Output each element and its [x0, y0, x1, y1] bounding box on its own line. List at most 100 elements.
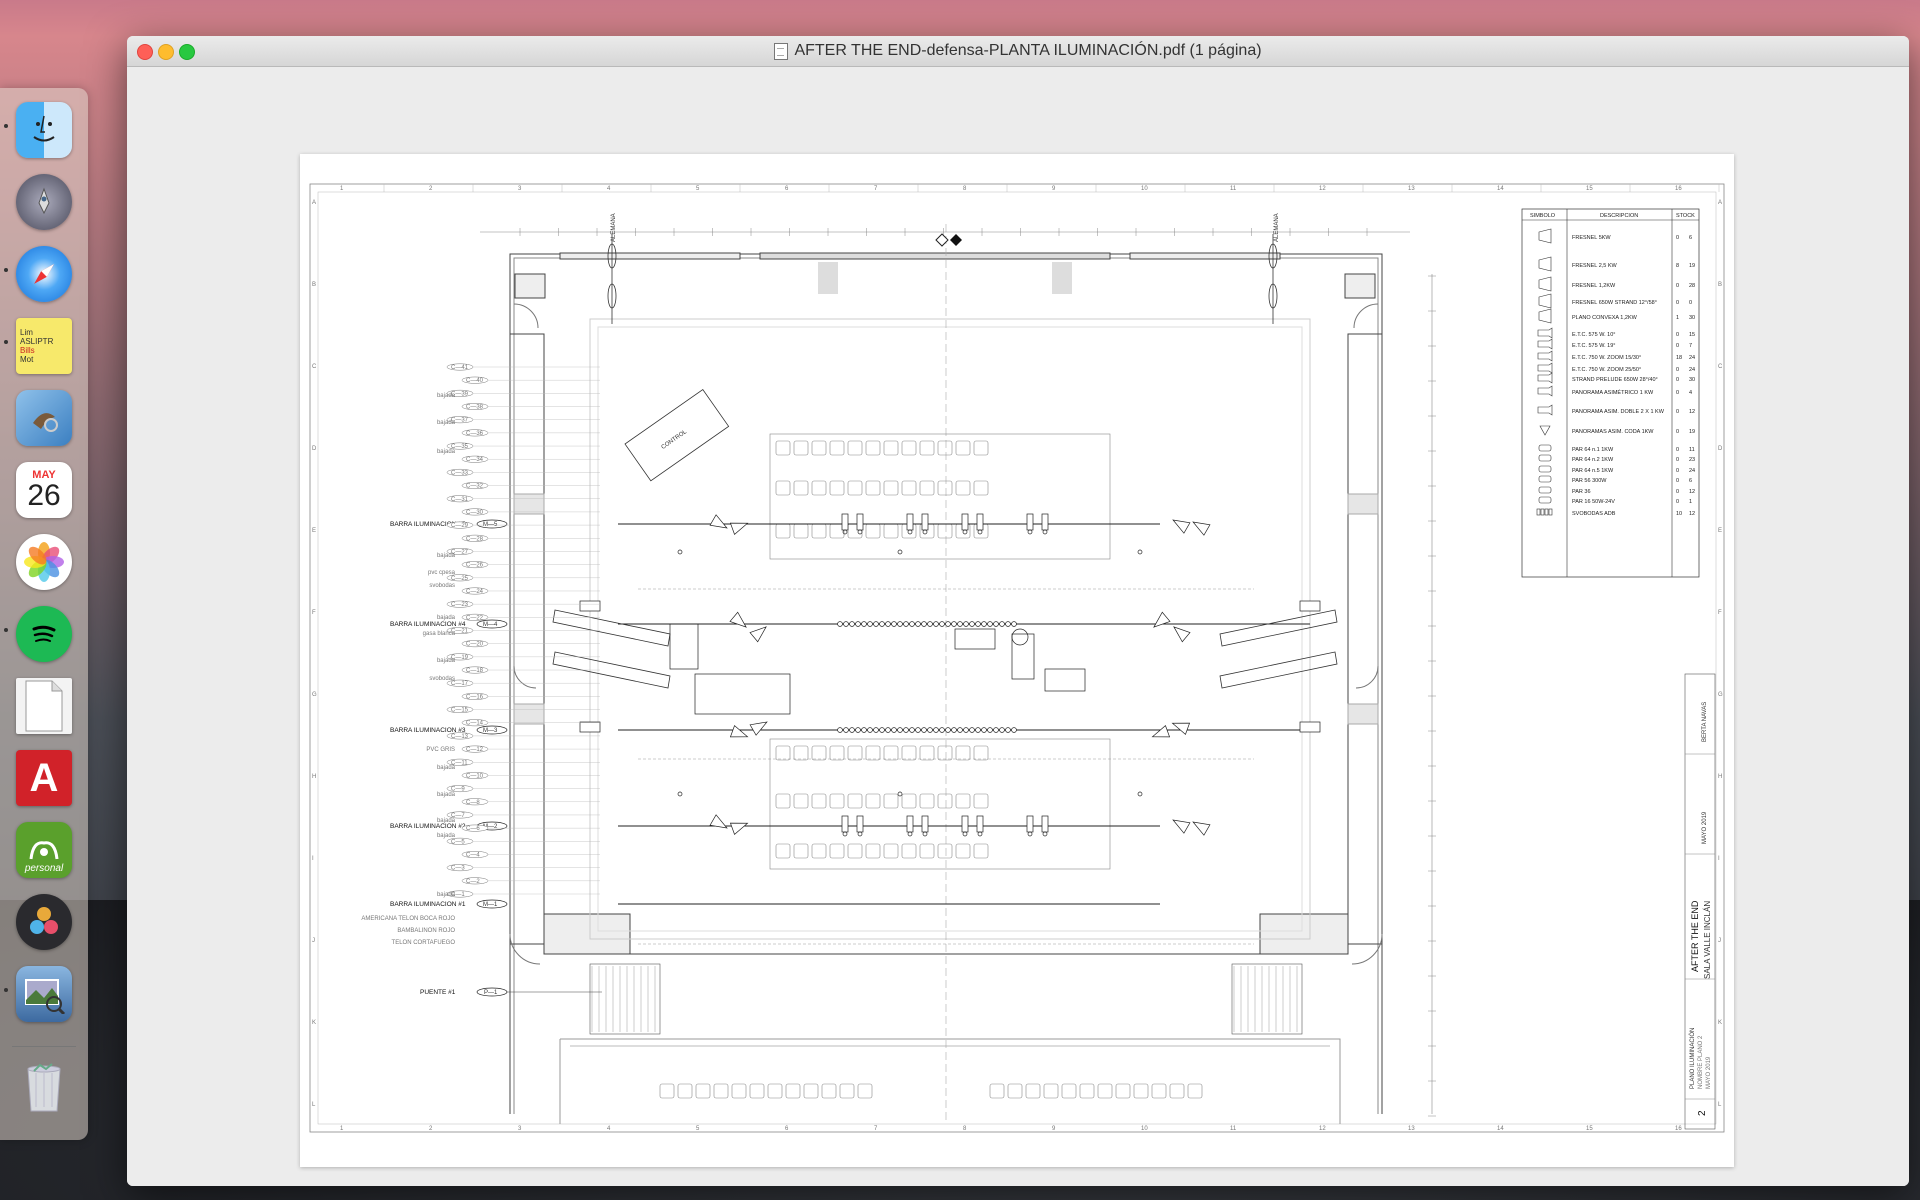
grid-col-label-top: 8 — [963, 186, 967, 192]
bar-label: BARRA ILUMINACION #4 — [390, 621, 466, 628]
libreoffice-document-icon[interactable] — [16, 678, 72, 734]
pdf-page[interactable]: 1 1 2 2 3 3 4 4 5 5 6 6 7 7 8 8 9 9 10 10 11 11 12 12 13 13 14 14 15… — [300, 154, 1734, 1167]
legend-row-description: PAR 56 300W — [1572, 478, 1607, 484]
side-note: bajada — [437, 765, 456, 771]
side-note: bajada — [437, 833, 456, 839]
grid-row-label-right: F — [1718, 610, 1722, 616]
legend-symbol-icon — [1537, 350, 1553, 362]
titleblock-venue: SALA VALLE INCLÁN — [1703, 901, 1712, 979]
circuit-code: C—16 — [466, 694, 484, 700]
grid-col-label-bottom: 14 — [1497, 1126, 1504, 1132]
circuit-code: C—20 — [466, 642, 484, 648]
legend-row-stock-b: 12 — [1689, 489, 1695, 495]
legend-row-stock-b: 24 — [1689, 367, 1695, 373]
grid-row-label-right: L — [1718, 1102, 1722, 1108]
audience-seating — [659, 433, 1203, 1099]
circuit-code: C—6 — [466, 826, 480, 832]
legend-row-stock-a: 1 — [1676, 315, 1679, 321]
legend-row-stock-b: 30 — [1689, 315, 1695, 321]
grid-row-label-left: I — [312, 856, 314, 862]
launchpad-rocket-icon[interactable] — [16, 174, 72, 230]
alemana-label-right: ALEMANA — [1274, 213, 1280, 242]
autocad-icon[interactable]: A — [16, 750, 72, 806]
grid-row-label-right: K — [1718, 1020, 1722, 1026]
circuit-code: C—41 — [451, 365, 469, 371]
legend-row-stock-b: 12 — [1689, 511, 1695, 517]
photos-flower-icon[interactable] — [16, 534, 72, 590]
legend-row-description: E.T.C. 575 W. 19° — [1572, 343, 1615, 349]
circuit-code: C—40 — [466, 378, 484, 384]
grid-row-label-left: B — [312, 282, 316, 288]
legend-row-description: E.T.C. 750 W. ZOOM 25/50° — [1572, 367, 1641, 373]
lighting-plan-drawing: 1122334455667788991010111112121313141415… — [309, 183, 1725, 1133]
legend-header-description: DESCRIPCION — [1600, 213, 1638, 219]
spotify-icon[interactable] — [16, 606, 72, 662]
puente-label: PUENTE #1 — [420, 989, 456, 996]
legend-row-description: FRESNEL 5KW — [1572, 235, 1611, 241]
side-note: bajada — [437, 792, 456, 798]
personal-label: personal — [24, 863, 64, 874]
running-indicator — [4, 628, 8, 632]
side-note: PVC GRIS — [426, 747, 455, 753]
legend-row-description: PAR 16 50W-24V — [1572, 499, 1615, 505]
grid-col-label-top: 14 — [1497, 186, 1504, 192]
mail-stamp-icon[interactable] — [16, 390, 72, 446]
sheet-outer-border — [309, 183, 1725, 1133]
legend-row-stock-a: 18 — [1676, 355, 1682, 361]
legend-symbol-icon — [1538, 308, 1552, 324]
safari-compass-icon[interactable] — [16, 246, 72, 302]
grid-row-label-right: A — [1718, 200, 1722, 206]
finder-icon[interactable] — [16, 102, 72, 158]
grid-col-label-top: 1 — [340, 186, 344, 192]
legend-symbol-icon — [1538, 465, 1552, 473]
circuit-code: C—10 — [466, 773, 484, 779]
legend-row-description: PANORAMA ASIM. DOBLE 2 X 1 KW — [1572, 409, 1665, 415]
legend-row-stock-b: 30 — [1689, 377, 1695, 383]
window-title: AFTER THE END-defensa-PLANTA ILUMINACIÓN… — [794, 42, 1262, 59]
document-viewport[interactable]: 1 1 2 2 3 3 4 4 5 5 6 6 7 7 8 8 9 9 10 10 11 11 12 12 13 13 14 14 15… — [127, 67, 1909, 1186]
preview-icon[interactable] — [16, 966, 72, 1022]
circuit-code: C—22 — [466, 615, 484, 621]
legend-row-description: PLANO CONVEXA 1,2KW — [1572, 315, 1638, 321]
legend-symbol-icon — [1538, 276, 1552, 292]
dock-separator — [12, 1046, 76, 1047]
legend-row-stock-a: 0 — [1676, 235, 1679, 241]
splashtop-personal-icon[interactable]: personal — [16, 822, 72, 878]
grid-row-label-right: G — [1718, 692, 1723, 698]
grid-col-label-bottom: 16 — [1675, 1126, 1682, 1132]
side-note: bajada — [437, 658, 456, 664]
grid-row-label-left: K — [312, 1020, 316, 1026]
calendar-icon[interactable]: MAY 26 — [16, 462, 72, 518]
grid-col-label-top: 12 — [1319, 186, 1326, 192]
grid-col-label-bottom: 1 — [340, 1126, 344, 1132]
legend-symbol-icon — [1537, 327, 1553, 339]
grid-col-label-top: 11 — [1230, 186, 1237, 192]
legend-row-stock-a: 0 — [1676, 447, 1679, 453]
trash-icon[interactable] — [16, 1058, 72, 1114]
legend-row-stock-b: 6 — [1689, 478, 1692, 484]
legend-row-description: SVOBODAS ADB — [1572, 511, 1616, 517]
legend-symbol-icon — [1537, 385, 1553, 397]
side-note: gasa blanca — [423, 631, 456, 637]
grid-col-label-bottom: 13 — [1408, 1126, 1415, 1132]
stickies-icon[interactable]: Lim ASLIPTR Bills Mot — [16, 318, 72, 374]
circuit-code: C—33 — [451, 470, 469, 476]
grid-row-label-left: H — [312, 774, 316, 780]
sticky-note-line: Lim — [20, 328, 33, 337]
calendar-day: 26 — [27, 479, 61, 512]
legend-symbol-icon — [1536, 508, 1553, 516]
grid-col-label-top: 3 — [518, 186, 522, 192]
legend-row-description: PAR 64 n.5 1KW — [1572, 468, 1614, 474]
lighting-fixtures — [579, 513, 1321, 837]
circuit-code: C—12 — [466, 747, 484, 753]
legend-row-stock-b: 28 — [1689, 283, 1695, 289]
legend-row-stock-b: 19 — [1689, 429, 1695, 435]
circuit-code: C—8 — [466, 800, 480, 806]
grid-row-label-right: J — [1718, 938, 1721, 944]
legend-row-stock-a: 8 — [1676, 263, 1679, 269]
legend-table: SIMBOLO DESCRIPCION STOCK FRESNEL 5KW 0 6 F… — [1521, 208, 1700, 578]
legend-row-stock-b: 23 — [1689, 457, 1695, 463]
grid-col-label-bottom: 11 — [1230, 1126, 1237, 1132]
davinci-resolve-icon[interactable] — [16, 894, 72, 950]
side-note: TELON CORTAFUEGO — [392, 940, 456, 946]
